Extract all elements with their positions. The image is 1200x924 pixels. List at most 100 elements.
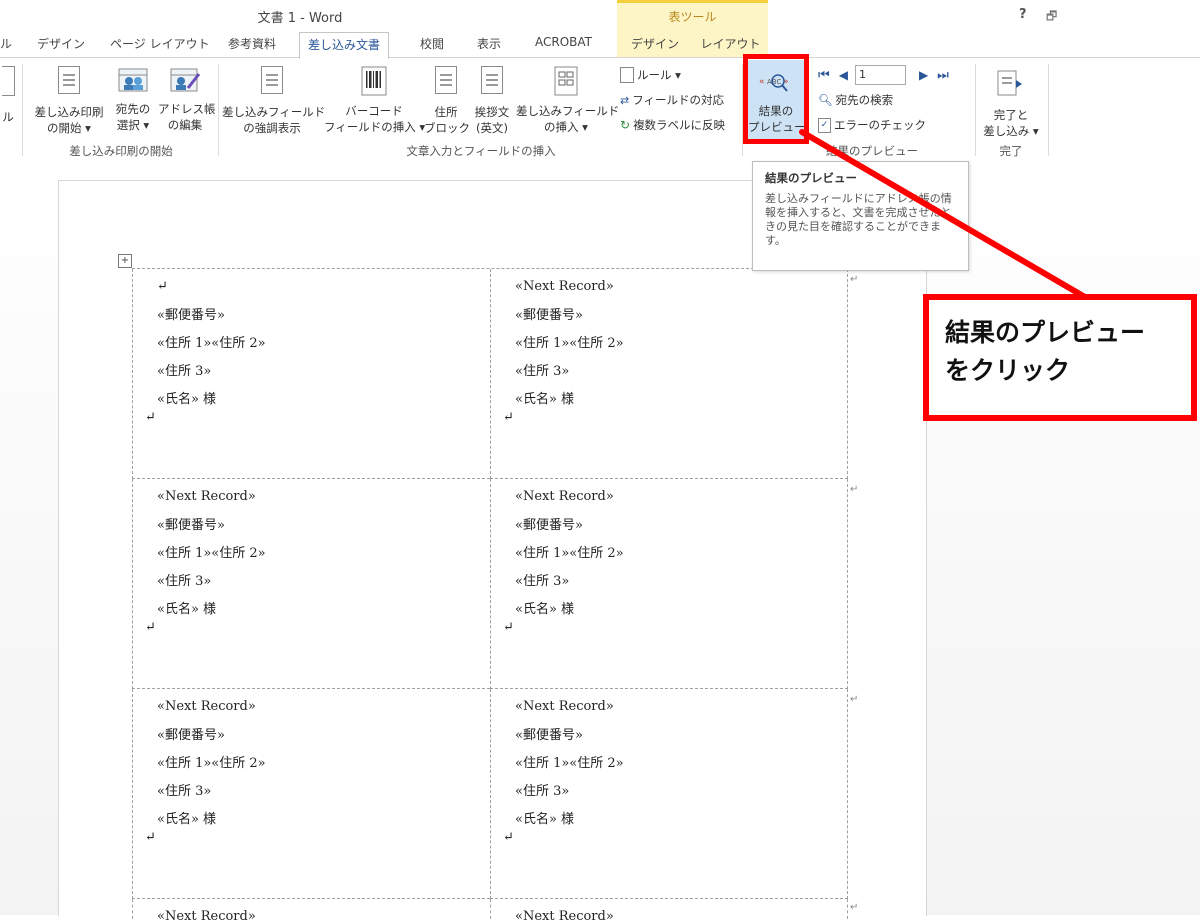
blank-line: ↵ bbox=[157, 279, 168, 294]
partial-command[interactable]: ル bbox=[0, 66, 16, 124]
name-field: «氏名» 様 bbox=[515, 602, 575, 617]
greeting-line-icon bbox=[481, 66, 503, 94]
label-cell[interactable]: «Next Record» «郵便番号» «住所 1»«住所 2» «住所 3»… bbox=[490, 479, 848, 689]
label-cell[interactable]: «Next Record» bbox=[132, 899, 490, 924]
labels-table: ↵ «郵便番号» «住所 1»«住所 2» «住所 3» «氏名» 様 ↵ «N… bbox=[132, 268, 849, 924]
table-tools-title: 表ツール bbox=[668, 10, 717, 24]
separator bbox=[22, 64, 23, 156]
end-of-row-mark: ↵ bbox=[850, 902, 859, 913]
edit-recipient-list-button[interactable]: アドレス帳 の編集 bbox=[158, 66, 216, 133]
callout-text: 結果のプレビュー をクリック bbox=[945, 318, 1146, 385]
separator bbox=[218, 64, 219, 156]
finish-merge-button[interactable]: 完了と 差し込み ▾ bbox=[978, 70, 1044, 139]
tab-view[interactable]: 表示 bbox=[477, 35, 501, 52]
insert-merge-field-button[interactable]: 差し込みフィールド の挿入 ▾ bbox=[516, 66, 619, 135]
postal-field: «郵便番号» bbox=[515, 728, 583, 743]
next-record-field: «Next Record» bbox=[157, 699, 256, 714]
last-record-icon[interactable]: ⏭ bbox=[937, 68, 949, 83]
record-number-input[interactable]: 1 bbox=[854, 65, 906, 85]
highlight-fields-icon bbox=[261, 66, 283, 94]
select-recipients-button[interactable]: 宛先の 選択 ▾ bbox=[110, 66, 156, 133]
ribbon: ル 差し込み印刷 の開始 ▾ 宛先の 選択 ▾ アドレス帳 の編集 差し込み印刷… bbox=[0, 57, 1200, 163]
greeting-line-button[interactable]: 挨拶文 (英文) bbox=[470, 66, 514, 136]
tab-insert-partial[interactable]: ル bbox=[0, 35, 12, 52]
group-label-write-insert: 文章入力とフィールドの挿入 bbox=[406, 144, 556, 158]
mail-merge-document-icon bbox=[58, 66, 80, 94]
tab-acrobat[interactable]: ACROBAT bbox=[535, 35, 592, 49]
group-label-start-merge: 差し込み印刷の開始 bbox=[69, 144, 173, 158]
insert-barcode-field-button[interactable]: バーコード フィールドの挿入 ▾ bbox=[324, 66, 425, 135]
document-title: 文書 1 - Word bbox=[257, 11, 343, 26]
label-cell[interactable]: «Next Record» «郵便番号» «住所 1»«住所 2» «住所 3»… bbox=[490, 689, 848, 899]
paragraph-mark: ↵ bbox=[503, 410, 514, 425]
table-move-handle-icon[interactable]: + bbox=[118, 254, 132, 268]
paragraph-mark: ↵ bbox=[145, 620, 156, 635]
rules-button[interactable]: ルール ▾ bbox=[620, 67, 681, 83]
match-fields-button[interactable]: ⇄ フィールドの対応 bbox=[620, 92, 724, 108]
end-of-row-mark: ↵ bbox=[850, 484, 859, 495]
label-cell[interactable]: «Next Record» «郵便番号» «住所 1»«住所 2» «住所 3»… bbox=[132, 479, 490, 689]
address12-field: «住所 1»«住所 2» bbox=[157, 756, 266, 771]
document-icon bbox=[1, 66, 15, 96]
next-record-field: «Next Record» bbox=[515, 909, 614, 924]
next-record-field: «Next Record» bbox=[157, 489, 256, 504]
update-labels-button[interactable]: ↻ 複数ラベルに反映 bbox=[620, 117, 725, 133]
next-record-icon[interactable]: ▶ bbox=[919, 68, 928, 82]
name-field: «氏名» 様 bbox=[157, 392, 217, 407]
recipients-icon bbox=[118, 68, 148, 92]
check-errors-icon: ✓ bbox=[818, 117, 831, 133]
next-record-field: «Next Record» bbox=[515, 279, 614, 294]
first-record-icon[interactable]: ⏮ bbox=[818, 68, 830, 83]
help-button[interactable]: ? bbox=[1019, 7, 1027, 22]
check-errors-button[interactable]: ✓ エラーのチェック bbox=[818, 117, 926, 133]
edit-address-book-icon bbox=[170, 68, 200, 92]
paragraph-mark: ↵ bbox=[503, 620, 514, 635]
next-record-field: «Next Record» bbox=[515, 699, 614, 714]
name-field: «氏名» 様 bbox=[515, 812, 575, 827]
merge-field-icon bbox=[554, 66, 578, 96]
address12-field: «住所 1»«住所 2» bbox=[515, 756, 624, 771]
preview-highlight-frame bbox=[743, 54, 809, 144]
postal-field: «郵便番号» bbox=[515, 518, 583, 533]
group-label-preview: 結果のプレビュー bbox=[826, 144, 918, 158]
postal-field: «郵便番号» bbox=[515, 308, 583, 323]
group-label-finish: 完了 bbox=[999, 144, 1023, 158]
address3-field: «住所 3» bbox=[515, 574, 570, 589]
tab-table-design[interactable]: デザイン bbox=[617, 30, 693, 58]
ribbon-tabs: ル デザイン ページ レイアウト 参考資料 差し込み文書 校閲 表示 ACROB… bbox=[0, 30, 1200, 59]
highlight-merge-fields-button[interactable]: 差し込みフィールド の強調表示 bbox=[222, 66, 325, 136]
address-block-button[interactable]: 住所 ブロック bbox=[424, 66, 470, 136]
label-cell[interactable]: «Next Record» «郵便番号» «住所 1»«住所 2» «住所 3»… bbox=[490, 269, 848, 479]
label-cell[interactable]: ↵ «郵便番号» «住所 1»«住所 2» «住所 3» «氏名» 様 ↵ bbox=[132, 269, 490, 479]
match-fields-icon: ⇄ bbox=[620, 93, 630, 107]
postal-field: «郵便番号» bbox=[157, 728, 225, 743]
start-mail-merge-button[interactable]: 差し込み印刷 の開始 ▾ bbox=[32, 66, 106, 136]
label-cell[interactable]: «Next Record» «郵便番号» «住所 1»«住所 2» «住所 3»… bbox=[132, 689, 490, 899]
address12-field: «住所 1»«住所 2» bbox=[515, 546, 624, 561]
search-icon: 🔍︎ bbox=[818, 93, 833, 107]
tab-mailings[interactable]: 差し込み文書 bbox=[299, 32, 390, 59]
rules-icon bbox=[620, 67, 634, 83]
name-field: «氏名» 様 bbox=[157, 602, 217, 617]
paragraph-mark: ↵ bbox=[145, 830, 156, 845]
instruction-callout: 結果のプレビュー をクリック bbox=[923, 294, 1197, 421]
restore-ribbon-button[interactable]: 🗗 bbox=[1046, 7, 1057, 28]
update-labels-icon: ↻ bbox=[620, 118, 631, 132]
address12-field: «住所 1»«住所 2» bbox=[157, 546, 266, 561]
address3-field: «住所 3» bbox=[515, 364, 570, 379]
find-recipient-button[interactable]: 🔍︎ 宛先の検索 bbox=[818, 92, 893, 108]
previous-record-icon[interactable]: ◀ bbox=[839, 68, 848, 82]
tab-design[interactable]: デザイン bbox=[37, 35, 85, 52]
tab-page-layout[interactable]: ページ レイアウト bbox=[110, 35, 210, 52]
preview-results-tooltip: 結果のプレビュー 差し込みフィールドにアドレス帳の情報を挿入すると、文書を完成さ… bbox=[752, 161, 969, 271]
address3-field: «住所 3» bbox=[157, 784, 212, 799]
tooltip-body: 差し込みフィールドにアドレス帳の情報を挿入すると、文書を完成させたときの見た目を… bbox=[765, 192, 952, 247]
address3-field: «住所 3» bbox=[157, 364, 212, 379]
label-cell[interactable]: «Next Record» bbox=[490, 899, 848, 924]
address-block-icon bbox=[435, 66, 457, 94]
postal-field: «郵便番号» bbox=[157, 308, 225, 323]
tab-review[interactable]: 校閲 bbox=[420, 35, 444, 52]
record-navigation: ⏮ ◀ 1 ▶ ⏭ bbox=[818, 65, 949, 85]
address12-field: «住所 1»«住所 2» bbox=[515, 336, 624, 351]
tab-references[interactable]: 参考資料 bbox=[228, 35, 276, 52]
